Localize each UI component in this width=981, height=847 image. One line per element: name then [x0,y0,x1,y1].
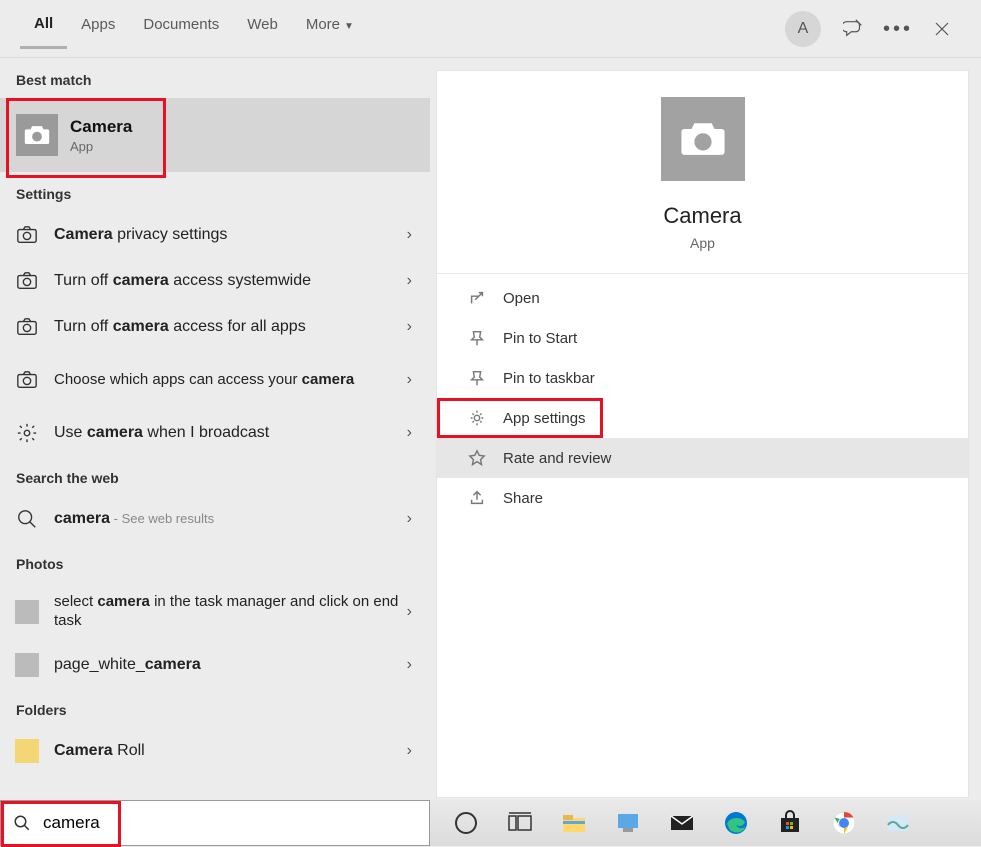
best-match-title: Camera [70,117,132,137]
chevron-right-icon: › [407,424,412,442]
action-open[interactable]: Open [437,278,968,318]
taskbar-edge[interactable] [714,804,758,842]
pin-icon [465,329,489,347]
search-icon [13,814,31,832]
section-settings: Settings [0,172,430,212]
settings-row[interactable]: Use camera when I broadcast › [0,410,430,456]
gear-icon [465,409,489,427]
section-search-web: Search the web [0,456,430,496]
folder-row[interactable]: Camera Roll › [0,728,430,774]
thumbnail-icon [15,600,39,624]
open-icon [465,289,489,307]
taskbar-app[interactable] [876,804,920,842]
chevron-right-icon: › [407,742,412,760]
chevron-right-icon: › [407,318,412,336]
chevron-right-icon: › [407,656,412,674]
section-folders: Folders [0,688,430,728]
tab-documents[interactable]: Documents [129,10,233,47]
settings-row[interactable]: Turn off camera access systemwide › [0,258,430,304]
camera-outline-icon [14,270,40,292]
more-icon[interactable]: ••• [887,18,909,40]
thumbnail-icon [15,653,39,677]
taskbar [430,800,981,846]
taskbar-store[interactable] [768,804,812,842]
chevron-right-icon: › [407,510,412,528]
best-match-row[interactable]: Camera App [0,98,430,172]
chevron-right-icon: › [407,226,412,244]
search-input[interactable] [43,813,363,833]
gear-icon [14,422,40,444]
top-bar: All Apps Documents Web More▼ A ••• [0,0,981,58]
chevron-right-icon: › [407,371,412,389]
action-app-settings[interactable]: App settings [437,398,603,438]
share-icon [465,489,489,507]
pin-icon [465,369,489,387]
folder-icon [15,739,39,763]
web-result-row[interactable]: camera - See web results › [0,496,430,542]
camera-outline-icon [14,316,40,338]
star-icon [465,449,489,467]
action-share[interactable]: Share [437,478,968,518]
camera-icon [16,114,58,156]
chevron-right-icon: › [407,603,412,621]
feedback-icon[interactable] [843,18,865,40]
tab-all[interactable]: All [20,9,67,49]
preview-sub: App [690,235,715,251]
close-icon[interactable] [931,18,953,40]
best-match-sub: App [70,139,132,154]
camera-outline-icon [14,224,40,246]
taskbar-chrome[interactable] [822,804,866,842]
results-panel: Best match Camera App Settings Camera pr… [0,58,430,798]
app-tile-icon [661,97,745,181]
tab-more[interactable]: More▼ [292,10,368,47]
action-pin-start[interactable]: Pin to Start [437,318,968,358]
settings-row[interactable]: Turn off camera access for all apps › [0,304,430,350]
photo-row[interactable]: select camera in the task manager and cl… [0,582,430,642]
settings-row[interactable]: Choose which apps can access your camera… [0,350,430,410]
tab-apps[interactable]: Apps [67,10,129,47]
chevron-right-icon: › [407,272,412,290]
search-icon [14,508,40,530]
camera-outline-icon [14,369,40,391]
photo-row[interactable]: page_white_camera › [0,642,430,688]
search-box[interactable] [0,800,430,846]
action-rate[interactable]: Rate and review [437,438,968,478]
taskbar-explorer[interactable] [552,804,596,842]
tab-web[interactable]: Web [233,10,292,47]
action-pin-taskbar[interactable]: Pin to taskbar [437,358,968,398]
settings-row[interactable]: Camera privacy settings › [0,212,430,258]
taskbar-mail[interactable] [660,804,704,842]
preview-title: Camera [663,203,741,229]
bottom-bar [0,798,981,846]
section-photos: Photos [0,542,430,582]
avatar[interactable]: A [785,11,821,47]
taskbar-cortana[interactable] [444,804,488,842]
preview-panel: Camera App Open Pin to Start Pin to task… [436,70,969,798]
chevron-down-icon: ▼ [344,21,354,32]
taskbar-taskview[interactable] [498,804,542,842]
taskbar-app[interactable] [606,804,650,842]
section-best-match: Best match [0,58,430,98]
